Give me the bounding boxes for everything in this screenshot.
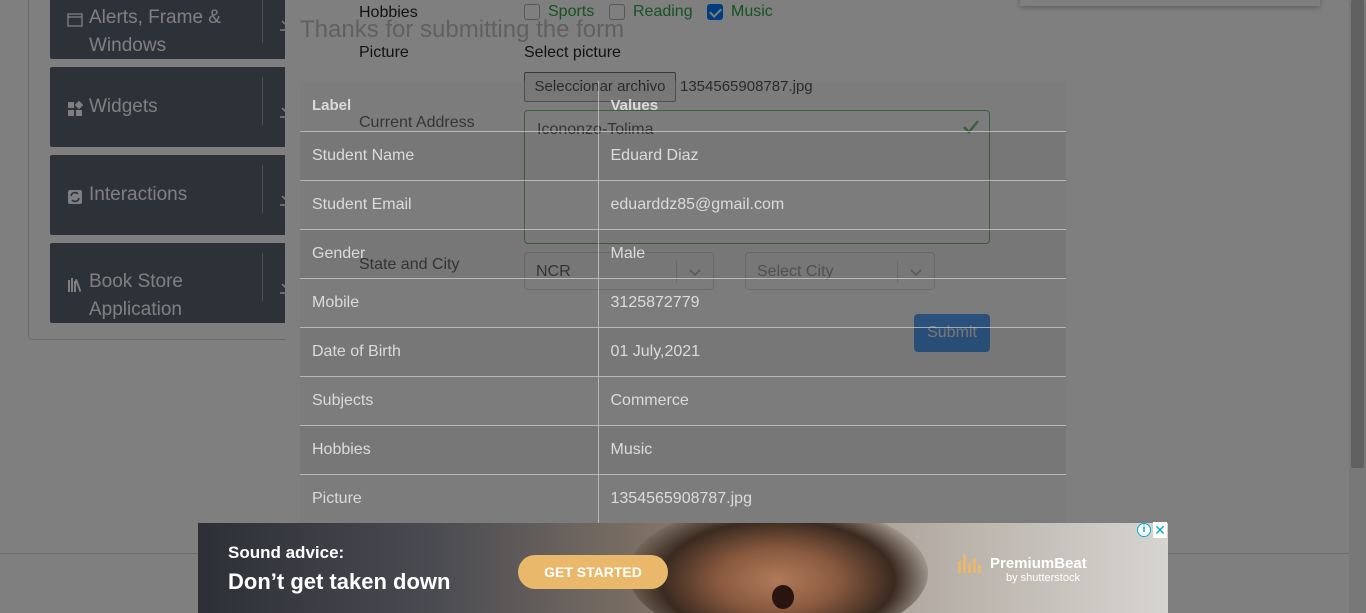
table-row: Mobile 3125872779 bbox=[300, 278, 1066, 328]
table-row: Student Email eduarddz85@gmail.com bbox=[300, 180, 1066, 230]
table-header-row: Label Values bbox=[300, 81, 1066, 132]
row-value: Music bbox=[598, 425, 1066, 475]
row-value: Male bbox=[598, 229, 1066, 279]
ad-info-icon[interactable]: i bbox=[1137, 523, 1151, 537]
row-label: Mobile bbox=[300, 278, 599, 328]
ad-headline: Sound advice: bbox=[228, 543, 345, 562]
ad-close-icon[interactable]: ✕ bbox=[1153, 522, 1167, 538]
table-row: Student Name Eduard Diaz bbox=[300, 131, 1066, 181]
row-value: Eduard Diaz bbox=[598, 131, 1066, 181]
ad-banner[interactable]: Sound advice: Don’t get taken down GET S… bbox=[198, 523, 1168, 613]
row-label: Subjects bbox=[300, 376, 599, 426]
row-value: 3125872779 bbox=[598, 278, 1066, 328]
premiumbeat-logo-icon bbox=[958, 555, 981, 573]
row-value: 01 July,2021 bbox=[598, 327, 1066, 377]
row-label: Student Email bbox=[300, 180, 599, 230]
row-label: Gender bbox=[300, 229, 599, 279]
ad-brand-sub: by shutterstock bbox=[1006, 572, 1080, 584]
row-value: eduarddz85@gmail.com bbox=[598, 180, 1066, 230]
row-value: Commerce bbox=[598, 376, 1066, 426]
results-table: Label Values Student Name Eduard Diaz Stu… bbox=[300, 81, 1066, 524]
ad-get-started-button[interactable]: GET STARTED bbox=[518, 555, 668, 589]
table-row: Picture 1354565908787.jpg bbox=[300, 474, 1066, 524]
table-row: Date of Birth 01 July,2021 bbox=[300, 327, 1066, 377]
table-row: Subjects Commerce bbox=[300, 376, 1066, 426]
ad-brand-name: PremiumBeat bbox=[990, 555, 1087, 572]
row-label: Date of Birth bbox=[300, 327, 599, 377]
row-label: Picture bbox=[300, 474, 599, 524]
row-label: Student Name bbox=[300, 131, 599, 181]
column-header-label: Label bbox=[300, 81, 599, 132]
row-label: Hobbies bbox=[300, 425, 599, 475]
table-row: Hobbies Music bbox=[300, 425, 1066, 475]
row-value: 1354565908787.jpg bbox=[598, 474, 1066, 524]
table-row: Gender Male bbox=[300, 229, 1066, 279]
ad-photo-mouth bbox=[772, 585, 794, 609]
column-header-values: Values bbox=[598, 81, 1066, 132]
modal-title: Thanks for submitting the form bbox=[300, 16, 625, 43]
ad-tagline: Don’t get taken down bbox=[228, 569, 451, 594]
